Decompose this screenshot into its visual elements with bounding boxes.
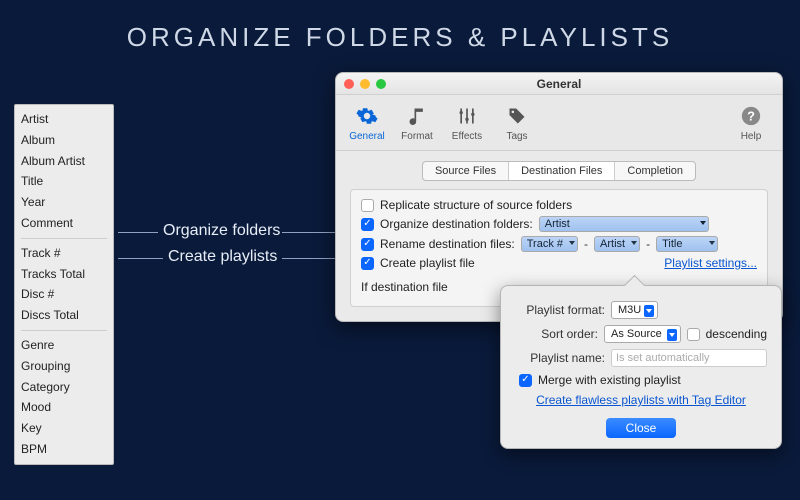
merge-label: Merge with existing playlist — [538, 373, 681, 387]
connector-line — [118, 258, 163, 259]
playlist-name-label: Playlist name: — [515, 351, 605, 365]
window-title: General — [336, 77, 782, 91]
list-item: Title — [21, 171, 107, 192]
replicate-label: Replicate structure of source folders — [380, 198, 572, 212]
list-item: Genre — [21, 335, 107, 356]
if-destination-label: If destination file — [361, 280, 448, 294]
list-item: Tracks Total — [21, 264, 107, 285]
close-button[interactable]: Close — [606, 418, 677, 438]
window-titlebar[interactable]: General — [336, 73, 782, 95]
rename-token-2[interactable]: Artist — [594, 236, 640, 252]
rename-token-1[interactable]: Track # — [521, 236, 578, 252]
list-item: Track # — [21, 243, 107, 264]
sort-order-select[interactable]: As Source — [604, 325, 681, 343]
organize-label: Organize destination folders: — [380, 217, 533, 231]
sort-order-label: Sort order: — [515, 327, 598, 341]
playlist-settings-popover: Playlist format: M3U Sort order: As Sour… — [500, 285, 782, 449]
subtab-segment: Source Files Destination Files Completio… — [336, 151, 782, 189]
separator-dash: - — [584, 237, 588, 251]
svg-text:?: ? — [747, 109, 755, 124]
tag-editor-link[interactable]: Create flawless playlists with Tag Edito… — [536, 393, 746, 407]
organize-token-select[interactable]: Artist — [539, 216, 709, 232]
help-icon: ? — [738, 103, 764, 129]
organize-checkbox[interactable] — [361, 218, 374, 231]
list-item: Key — [21, 418, 107, 439]
toolbar-format[interactable]: Format — [392, 103, 442, 142]
connector-line — [118, 232, 158, 233]
tab-completion[interactable]: Completion — [614, 162, 695, 180]
list-item: Comment — [21, 213, 107, 234]
list-item: BPM — [21, 439, 107, 460]
toolbar-help[interactable]: ? Help — [726, 103, 776, 142]
list-item: Artist — [21, 109, 107, 130]
descending-checkbox[interactable] — [687, 328, 699, 341]
playlist-name-input[interactable]: Is set automatically — [611, 349, 767, 367]
sliders-icon — [454, 103, 480, 129]
list-item: Disc # — [21, 284, 107, 305]
toolbar-label: General — [349, 131, 385, 142]
toolbar-effects[interactable]: Effects — [442, 103, 492, 142]
window-toolbar: General Format Effects Tags ? Help — [336, 95, 782, 151]
create-playlist-checkbox[interactable] — [361, 257, 374, 270]
tag-fields-list: Artist Album Album Artist Title Year Com… — [14, 104, 114, 465]
connector-label-organize: Organize folders — [163, 222, 280, 240]
toolbar-general[interactable]: General — [342, 103, 392, 142]
toolbar-tags[interactable]: Tags — [492, 103, 542, 142]
playlist-format-label: Playlist format: — [515, 303, 605, 317]
toolbar-label: Effects — [452, 131, 482, 142]
playlist-format-select[interactable]: M3U — [611, 301, 658, 319]
divider — [21, 238, 107, 239]
gear-icon — [354, 103, 380, 129]
list-item: Year — [21, 192, 107, 213]
list-item: Grouping — [21, 356, 107, 377]
page-title: ORGANIZE FOLDERS & PLAYLISTS — [0, 22, 800, 53]
toolbar-label: Help — [741, 131, 762, 142]
replicate-checkbox[interactable] — [361, 199, 374, 212]
divider — [21, 330, 107, 331]
list-item: Discs Total — [21, 305, 107, 326]
toolbar-label: Tags — [506, 131, 527, 142]
connector-label-playlists: Create playlists — [168, 248, 277, 266]
music-note-icon — [404, 103, 430, 129]
tab-destination-files[interactable]: Destination Files — [508, 162, 614, 180]
list-item: Album Artist — [21, 151, 107, 172]
descending-label: descending — [706, 327, 767, 341]
toolbar-label: Format — [401, 131, 433, 142]
rename-token-3[interactable]: Title — [656, 236, 718, 252]
list-item: Mood — [21, 397, 107, 418]
list-item: Category — [21, 377, 107, 398]
tag-icon — [504, 103, 530, 129]
rename-checkbox[interactable] — [361, 238, 374, 251]
tab-source-files[interactable]: Source Files — [423, 162, 508, 180]
list-item: Album — [21, 130, 107, 151]
rename-label: Rename destination files: — [380, 237, 515, 251]
playlist-settings-link[interactable]: Playlist settings... — [664, 256, 757, 270]
merge-checkbox[interactable] — [519, 374, 532, 387]
separator-dash: - — [646, 237, 650, 251]
create-playlist-label: Create playlist file — [380, 256, 475, 270]
